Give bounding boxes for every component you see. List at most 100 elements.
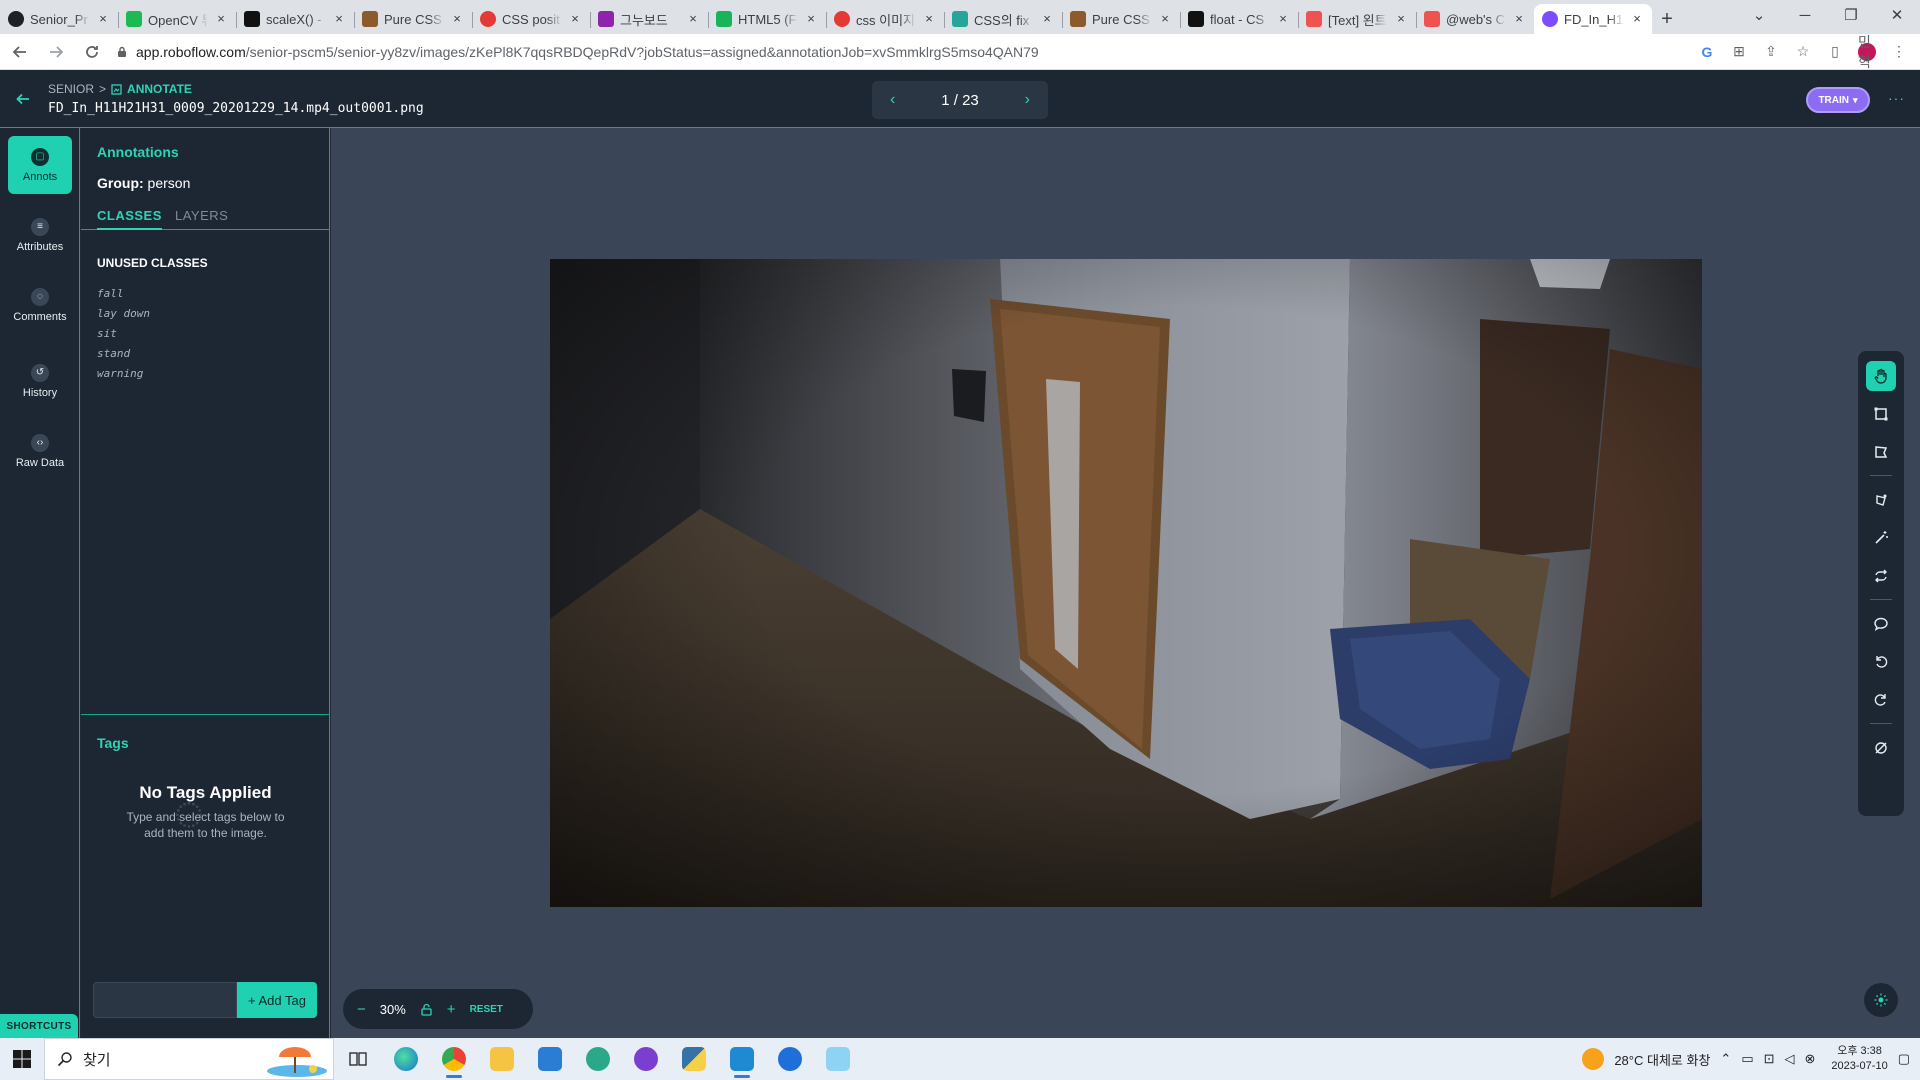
tab-close-icon[interactable]: × xyxy=(1394,12,1408,26)
class-item[interactable]: sit xyxy=(97,324,150,344)
tab-close-icon[interactable]: × xyxy=(568,12,582,26)
browser-tab[interactable]: CSS의 fix × xyxy=(944,4,1062,34)
browser-tab[interactable]: Senior_Pr × xyxy=(0,4,118,34)
url-field[interactable]: app.roboflow.com/senior-pscm5/senior-yy8… xyxy=(116,38,1698,66)
notifications-icon[interactable]: ▢ xyxy=(1898,1051,1910,1067)
zoom-in-button[interactable]: + xyxy=(447,1001,456,1018)
network-icon[interactable]: ⊡ xyxy=(1764,1051,1775,1067)
ime-icon[interactable]: ⊗ xyxy=(1805,1051,1816,1067)
add-tag-button[interactable]: + Add Tag xyxy=(237,982,317,1018)
browser-tab[interactable]: css 이미지 × xyxy=(826,4,944,34)
tag-input[interactable] xyxy=(93,982,237,1018)
browser-tab[interactable]: HTML5 (F × xyxy=(708,4,826,34)
repeat-annotation-button[interactable] xyxy=(1866,561,1896,591)
image-under-annotation[interactable] xyxy=(550,259,1702,907)
taskbar-mail[interactable] xyxy=(526,1038,574,1080)
next-image-button[interactable]: › xyxy=(1025,91,1030,109)
sidebar-item-attributes[interactable]: ≡ Attributes xyxy=(8,206,72,264)
translate-icon[interactable]: ⊞ xyxy=(1730,43,1748,61)
sidebar-item-comments[interactable]: ◌ Comments xyxy=(8,276,72,334)
tab-close-icon[interactable]: × xyxy=(1158,12,1172,26)
tab-close-icon[interactable]: × xyxy=(332,12,346,26)
tab-close-icon[interactable]: × xyxy=(804,12,818,26)
maximize-button[interactable]: ❐ xyxy=(1828,6,1874,24)
class-item[interactable]: warning xyxy=(97,364,150,384)
polygon-tool-button[interactable] xyxy=(1866,437,1896,467)
browser-tab[interactable]: Pure CSS × xyxy=(354,4,472,34)
browser-tab[interactable]: Pure CSS × xyxy=(1062,4,1180,34)
sidebar-item-history[interactable]: ↺ History xyxy=(8,352,72,410)
taskbar-task-view[interactable] xyxy=(334,1038,382,1080)
tab-close-icon[interactable]: × xyxy=(1276,12,1290,26)
browser-tab[interactable]: [Text] 왼트 × xyxy=(1298,4,1416,34)
browser-tab-active[interactable]: FD_In_H1 × xyxy=(1534,4,1652,34)
breadcrumb-workspace[interactable]: SENIOR xyxy=(48,82,94,96)
reload-button[interactable] xyxy=(76,36,108,68)
taskbar-github-desktop[interactable] xyxy=(622,1038,670,1080)
browser-tab[interactable]: 그누보드 × xyxy=(590,4,708,34)
smart-polygon-tool-button[interactable] xyxy=(1866,485,1896,515)
taskbar-app[interactable] xyxy=(574,1038,622,1080)
side-panel-icon[interactable]: ▯ xyxy=(1826,43,1844,61)
taskbar-edge[interactable] xyxy=(382,1038,430,1080)
minimize-button[interactable]: ─ xyxy=(1782,7,1828,24)
close-window-button[interactable]: ✕ xyxy=(1874,6,1920,24)
tab-close-icon[interactable]: × xyxy=(96,12,110,26)
taskbar-app[interactable] xyxy=(766,1038,814,1080)
browser-tab[interactable]: @web's C × xyxy=(1416,4,1534,34)
profile-avatar[interactable]: 민혁 xyxy=(1858,34,1876,70)
bookmark-star-icon[interactable]: ☆ xyxy=(1794,43,1812,61)
chevron-up-icon[interactable]: ⌃ xyxy=(1720,1051,1731,1067)
sidebar-item-raw-data[interactable]: ‹› Raw Data xyxy=(8,422,72,480)
sidebar-item-annotations[interactable]: ▢ Annots xyxy=(8,136,72,194)
taskbar-file-explorer[interactable] xyxy=(478,1038,526,1080)
zoom-out-button[interactable]: − xyxy=(357,1001,366,1018)
redo-button[interactable] xyxy=(1866,685,1896,715)
forward-button[interactable] xyxy=(40,36,72,68)
more-options-button[interactable]: ··· xyxy=(1888,90,1905,106)
taskbar-chrome[interactable] xyxy=(430,1038,478,1080)
breadcrumb-mode[interactable]: ANNOTATE xyxy=(127,82,192,96)
google-icon[interactable]: G xyxy=(1698,43,1716,61)
clock[interactable]: 오후 3:38 2023-07-10 xyxy=(1831,1044,1887,1074)
back-arrow-icon[interactable] xyxy=(16,92,30,106)
tab-close-icon[interactable]: × xyxy=(1512,12,1526,26)
taskbar-app[interactable] xyxy=(670,1038,718,1080)
new-tab-button[interactable]: + xyxy=(1652,4,1682,34)
class-item[interactable]: stand xyxy=(97,344,150,364)
volume-icon[interactable]: ◁ xyxy=(1785,1051,1795,1067)
bounding-box-tool-button[interactable] xyxy=(1866,399,1896,429)
taskbar-vscode[interactable] xyxy=(718,1038,766,1080)
tab-close-icon[interactable]: × xyxy=(1040,12,1054,26)
browser-tab[interactable]: float - CS × xyxy=(1180,4,1298,34)
weather-text[interactable]: 28°C 대체로 화창 xyxy=(1614,1050,1710,1069)
taskbar-app[interactable] xyxy=(814,1038,862,1080)
magic-wand-tool-button[interactable] xyxy=(1866,523,1896,553)
windows-start-button[interactable] xyxy=(0,1038,44,1080)
tab-classes[interactable]: CLASSES xyxy=(97,208,162,230)
reset-zoom-button[interactable]: RESET xyxy=(470,1004,503,1015)
battery-icon[interactable]: ▭ xyxy=(1741,1051,1753,1067)
tab-close-icon[interactable]: × xyxy=(450,12,464,26)
share-icon[interactable]: ⇪ xyxy=(1762,43,1780,61)
undo-button[interactable] xyxy=(1866,647,1896,677)
tab-close-icon[interactable]: × xyxy=(1630,12,1644,26)
canvas-settings-button[interactable] xyxy=(1864,983,1898,1017)
browser-tab[interactable]: OpenCV 튜 × xyxy=(118,4,236,34)
shortcuts-button[interactable]: SHORTCUTS xyxy=(0,1014,78,1038)
browser-tab[interactable]: scaleX() - × xyxy=(236,4,354,34)
lock-icon[interactable] xyxy=(116,46,128,58)
browser-menu-icon[interactable]: ⋮ xyxy=(1890,43,1908,61)
tab-layers[interactable]: LAYERS xyxy=(175,208,228,230)
tab-close-icon[interactable]: × xyxy=(922,12,936,26)
comment-tool-button[interactable] xyxy=(1866,609,1896,639)
annotation-canvas[interactable]: − 30% + RESET xyxy=(331,128,1920,1038)
lock-zoom-icon[interactable] xyxy=(420,1003,433,1016)
tab-search-icon[interactable]: ⌄ xyxy=(1736,6,1782,24)
prev-image-button[interactable]: ‹ xyxy=(890,91,895,109)
back-button[interactable] xyxy=(4,36,36,68)
null-annotation-button[interactable] xyxy=(1866,733,1896,763)
taskbar-search[interactable]: 찾기 xyxy=(44,1038,334,1080)
drag-tool-button[interactable] xyxy=(1866,361,1896,391)
weather-icon[interactable] xyxy=(1582,1048,1605,1070)
